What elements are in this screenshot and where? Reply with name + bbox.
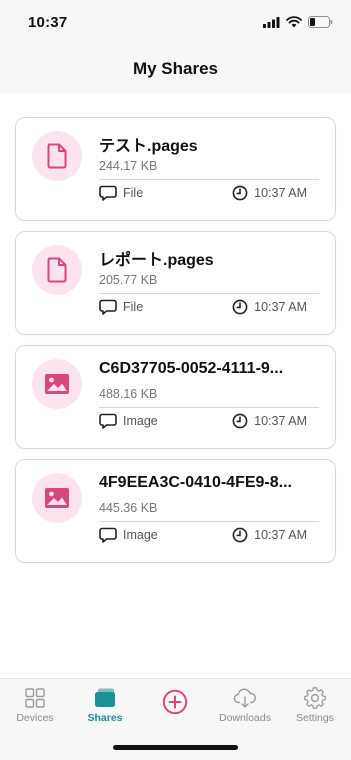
clock-icon xyxy=(232,413,248,429)
share-type-label: File xyxy=(123,300,144,314)
shares-icon xyxy=(95,688,115,707)
share-name: C6D37705-0052-4111-9... xyxy=(99,360,284,377)
status-time: 10:37 xyxy=(28,13,68,31)
card-divider xyxy=(99,407,319,408)
share-size: 445.36 KB xyxy=(99,501,158,515)
add-circle-icon xyxy=(162,689,188,715)
speech-bubble-icon xyxy=(99,527,117,543)
share-type: File xyxy=(99,185,143,201)
share-card[interactable]: テスト.pages 244.17 KB File 10:37 AM xyxy=(15,117,336,221)
share-type: Image xyxy=(99,413,158,429)
status-bar: 10:37 xyxy=(0,0,351,44)
tab-settings[interactable]: Settings xyxy=(280,687,350,724)
document-icon xyxy=(47,257,67,283)
speech-bubble-icon xyxy=(99,413,117,429)
tab-devices[interactable]: Devices xyxy=(0,687,70,724)
file-icon-badge xyxy=(32,245,82,295)
shares-list: テスト.pages 244.17 KB File 10:37 AM レポート.p… xyxy=(0,94,351,678)
home-indicator xyxy=(113,745,238,750)
share-type-label: Image xyxy=(123,528,158,542)
share-time-label: 10:37 AM xyxy=(254,528,307,542)
status-icons xyxy=(263,16,333,28)
share-type-label: File xyxy=(123,186,144,200)
nav-header: My Shares xyxy=(0,44,351,94)
add-button[interactable] xyxy=(140,689,210,715)
gear-icon xyxy=(304,687,326,709)
clock-icon xyxy=(232,527,248,543)
card-divider xyxy=(99,293,319,294)
speech-bubble-icon xyxy=(99,185,117,201)
tab-downloads[interactable]: Downloads xyxy=(210,687,280,724)
clock-icon xyxy=(232,299,248,315)
share-time: 10:37 AM xyxy=(232,413,307,429)
image-icon xyxy=(45,488,69,508)
tab-label: Devices xyxy=(16,712,54,724)
file-icon-badge xyxy=(32,359,82,409)
share-size: 244.17 KB xyxy=(99,159,158,173)
file-icon-badge xyxy=(32,131,82,181)
tab-label: Settings xyxy=(296,712,334,724)
battery-icon xyxy=(308,16,333,28)
share-name: レポート.pages xyxy=(99,252,214,269)
share-card[interactable]: C6D37705-0052-4111-9... 488.16 KB Image … xyxy=(15,345,336,449)
share-type: File xyxy=(99,299,143,315)
card-divider xyxy=(99,521,319,522)
share-type-label: Image xyxy=(123,414,158,428)
tab-shares[interactable]: Shares xyxy=(70,687,140,724)
wifi-icon xyxy=(286,16,302,28)
card-divider xyxy=(99,179,319,180)
image-icon xyxy=(45,374,69,394)
share-card[interactable]: レポート.pages 205.77 KB File 10:37 AM xyxy=(15,231,336,335)
share-size: 205.77 KB xyxy=(99,273,158,287)
tab-label: Downloads xyxy=(219,712,271,724)
share-time: 10:37 AM xyxy=(232,299,307,315)
share-time-label: 10:37 AM xyxy=(254,414,307,428)
share-card[interactable]: 4F9EEA3C-0410-4FE9-8... 445.36 KB Image … xyxy=(15,459,336,563)
cellular-signal-icon xyxy=(263,16,280,28)
share-name: テスト.pages xyxy=(99,138,198,155)
cloud-download-icon xyxy=(233,688,257,708)
devices-icon xyxy=(25,688,45,708)
share-name: 4F9EEA3C-0410-4FE9-8... xyxy=(99,474,292,491)
document-icon xyxy=(47,143,67,169)
share-time-label: 10:37 AM xyxy=(254,300,307,314)
clock-icon xyxy=(232,185,248,201)
share-time: 10:37 AM xyxy=(232,527,307,543)
file-icon-badge xyxy=(32,473,82,523)
share-time-label: 10:37 AM xyxy=(254,186,307,200)
share-type: Image xyxy=(99,527,158,543)
page-title: My Shares xyxy=(132,59,219,78)
share-size: 488.16 KB xyxy=(99,387,158,401)
share-time: 10:37 AM xyxy=(232,185,307,201)
tab-label: Shares xyxy=(87,712,123,724)
speech-bubble-icon xyxy=(99,299,117,315)
